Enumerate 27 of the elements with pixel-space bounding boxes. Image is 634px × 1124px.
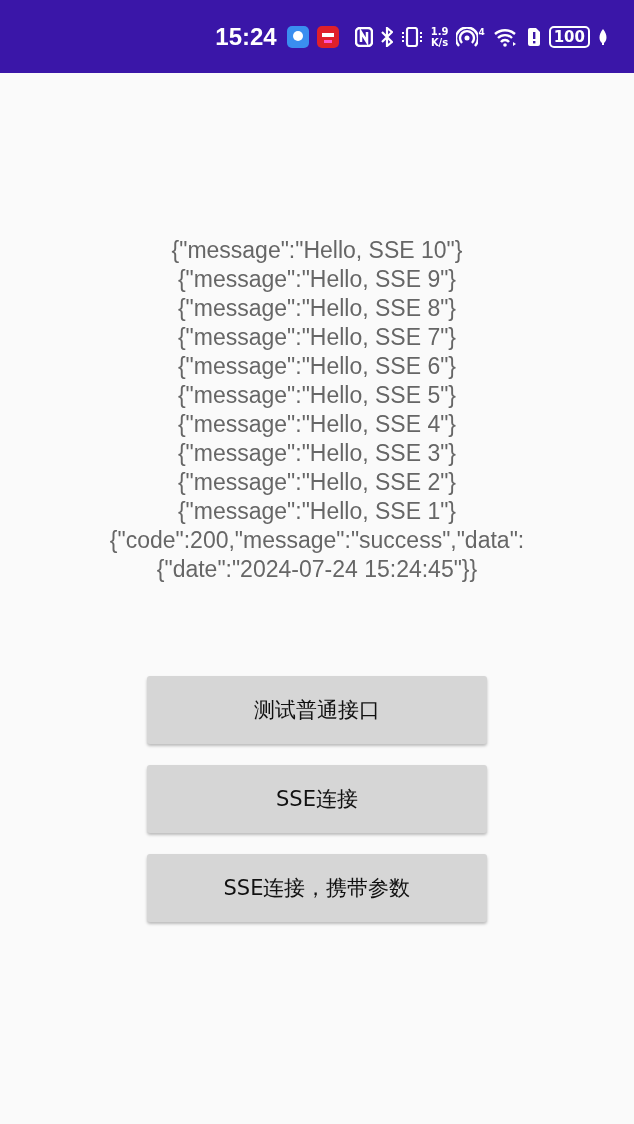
log-line: {"message":"Hello, SSE 5"} [177, 381, 457, 410]
network-speed: 1.9 K/s [430, 25, 449, 48]
hotspot-count: 4 [478, 26, 485, 37]
log-line: {"message":"Hello, SSE 3"} [177, 439, 457, 468]
vibrate-icon [400, 26, 423, 47]
action-button[interactable]: SSE连接，携带参数 [147, 854, 487, 922]
sim-alert-icon [526, 26, 541, 47]
log-line: {"message":"Hello, SSE 1"} [177, 497, 457, 526]
action-button[interactable]: SSE连接 [147, 765, 487, 833]
battery-indicator: 100 [548, 25, 590, 48]
action-button[interactable]: 测试普通接口 [147, 676, 487, 744]
app-icon [316, 25, 339, 48]
log-line: {"message":"Hello, SSE 10"} [171, 236, 463, 265]
leaf-icon [598, 27, 608, 46]
nfc-icon [354, 26, 373, 47]
clock: 15:24 [215, 22, 277, 51]
hotspot-icon [456, 26, 479, 47]
log-line: {"code":200,"message":"success","data": [109, 526, 525, 555]
log-line: {"message":"Hello, SSE 4"} [177, 410, 457, 439]
log-line: {"message":"Hello, SSE 6"} [177, 352, 457, 381]
app-icon [286, 25, 309, 48]
bluetooth-icon [380, 26, 393, 47]
log-line: {"message":"Hello, SSE 7"} [177, 323, 457, 352]
log-line: {"message":"Hello, SSE 9"} [177, 265, 457, 294]
log-line: {"message":"Hello, SSE 2"} [177, 468, 457, 497]
log-line: {"date":"2024-07-24 15:24:45"}} [156, 555, 478, 584]
log-line: {"message":"Hello, SSE 8"} [177, 294, 457, 323]
